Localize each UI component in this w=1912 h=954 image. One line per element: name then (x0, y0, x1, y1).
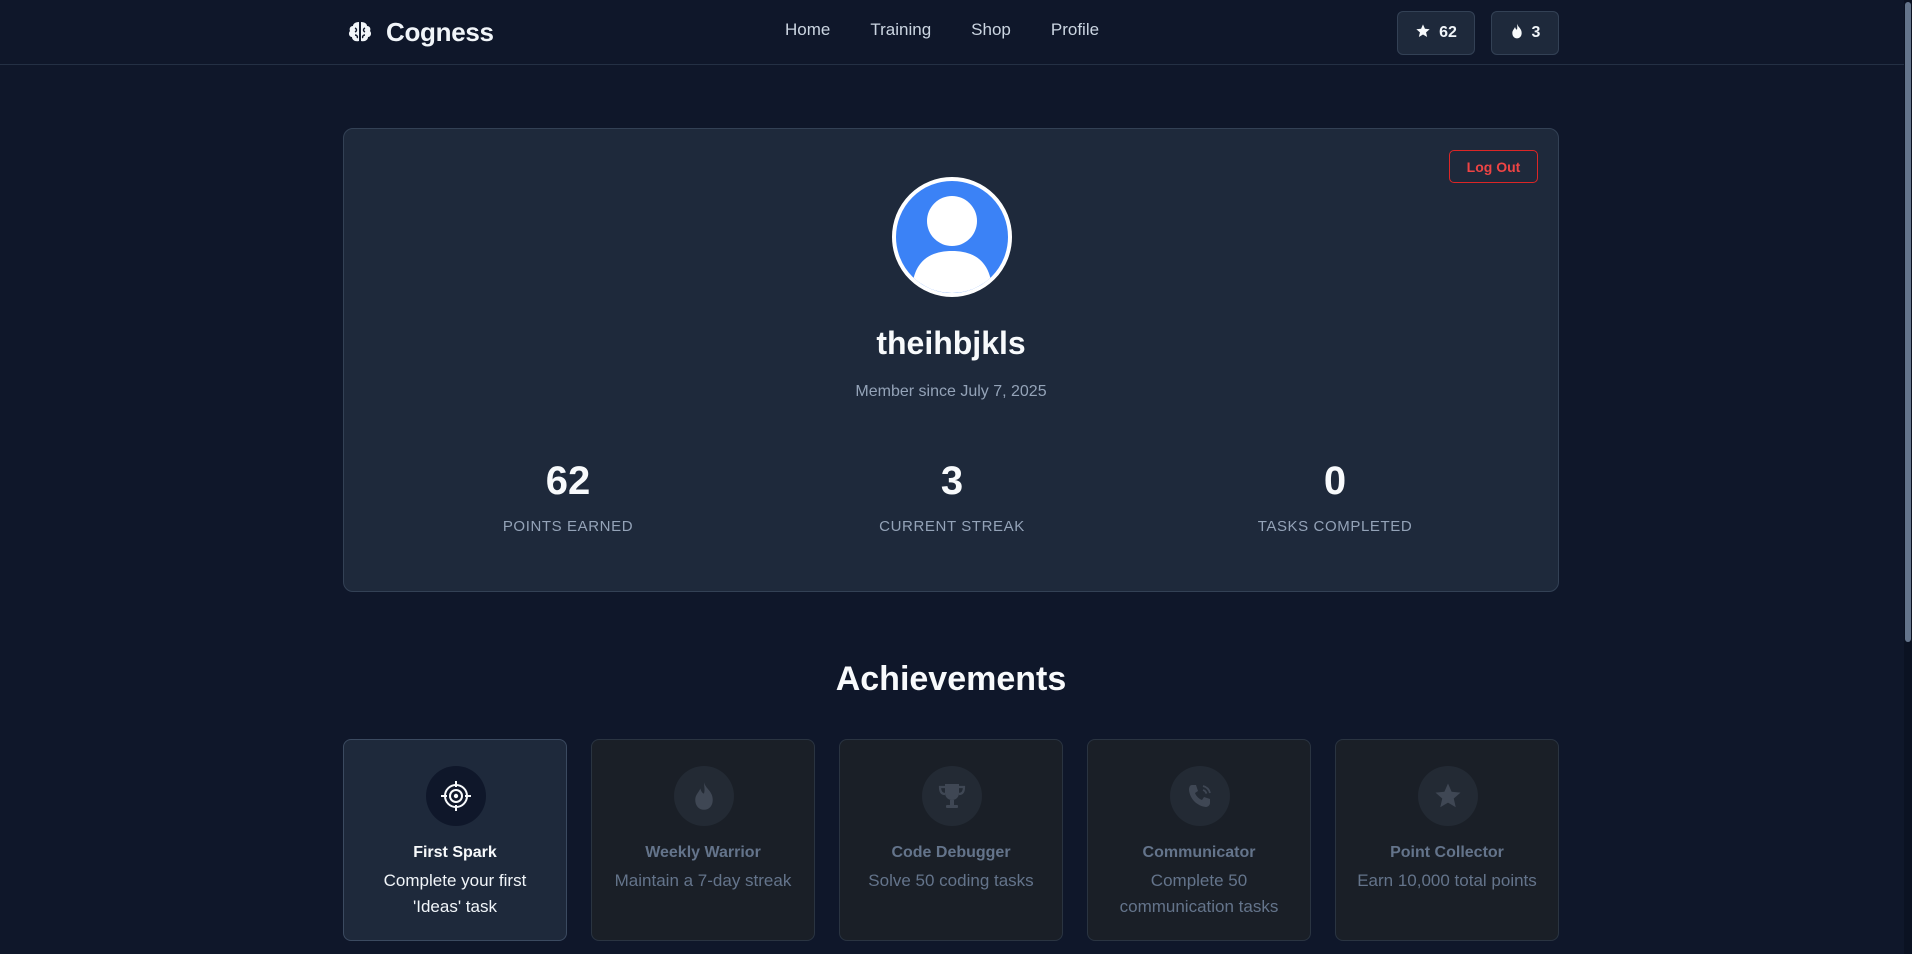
achievement-name: Code Debugger (891, 844, 1011, 861)
phone-icon (1170, 766, 1230, 826)
achievement-card-communicator[interactable]: Communicator Complete 50 communication t… (1087, 739, 1311, 941)
brain-icon (346, 18, 374, 46)
achievement-card-point-collector[interactable]: Point Collector Earn 10,000 total points (1335, 739, 1559, 941)
achievement-card-code-debugger[interactable]: Code Debugger Solve 50 coding tasks (839, 739, 1063, 941)
achievement-name: Weekly Warrior (645, 844, 761, 861)
achievement-name: Communicator (1142, 844, 1256, 861)
nav-profile[interactable]: Profile (1051, 20, 1099, 40)
scrollbar-thumb[interactable] (1905, 2, 1911, 642)
flame-icon (1510, 23, 1524, 44)
star-icon (1418, 766, 1478, 826)
stat-label: POINTS EARNED (502, 518, 634, 535)
stat-tasks-completed: 0 TASKS COMPLETED (1185, 459, 1485, 535)
target-icon (426, 766, 486, 826)
streak-badge-value: 3 (1531, 24, 1541, 41)
achievement-name: First Spark (413, 844, 497, 861)
points-badge-value: 62 (1439, 24, 1457, 41)
points-badge[interactable]: 62 (1397, 11, 1475, 55)
stat-points-earned: 62 POINTS EARNED (418, 459, 718, 535)
achievements-title: Achievements (835, 660, 1067, 698)
achievement-desc: Complete your first 'Ideas' task (383, 871, 527, 916)
achievement-card-first-spark[interactable]: First Spark Complete your first 'Ideas' … (343, 739, 567, 941)
member-since: Member since July 7, 2025 (855, 383, 1047, 400)
stat-value: 0 (1323, 459, 1347, 503)
avatar (892, 177, 1012, 297)
achievement-desc: Solve 50 coding tasks (868, 871, 1034, 890)
flame-icon (674, 766, 734, 826)
main-nav: Home Training Shop Profile (785, 20, 1099, 40)
brand-logo[interactable]: Cogness (346, 14, 494, 50)
stat-label: CURRENT STREAK (879, 518, 1025, 535)
trophy-icon (922, 766, 982, 826)
streak-badge[interactable]: 3 (1491, 11, 1559, 55)
achievement-desc: Earn 10,000 total points (1357, 871, 1537, 890)
username: theihbjkls (876, 325, 1026, 361)
achievement-desc: Maintain a 7-day streak (614, 871, 792, 890)
brand-name: Cogness (386, 16, 494, 47)
profile-card: Log Out theihbjkls Member since July 7, … (343, 128, 1559, 592)
logout-button[interactable]: Log Out (1449, 150, 1538, 183)
nav-shop[interactable]: Shop (971, 20, 1011, 40)
achievement-desc: Complete 50 communication tasks (1119, 871, 1279, 916)
achievement-card-weekly-warrior[interactable]: Weekly Warrior Maintain a 7-day streak (591, 739, 815, 941)
nav-training[interactable]: Training (870, 20, 931, 40)
user-icon (912, 196, 992, 293)
stat-value: 3 (940, 459, 964, 503)
stat-current-streak: 3 CURRENT STREAK (802, 459, 1102, 535)
stat-label: TASKS COMPLETED (1257, 518, 1413, 535)
achievement-name: Point Collector (1390, 844, 1504, 861)
top-navbar: Cogness Home Training Shop Profile 62 3 (0, 0, 1904, 65)
stat-value: 62 (545, 459, 591, 503)
star-icon (1415, 23, 1431, 44)
nav-home[interactable]: Home (785, 20, 830, 40)
page-scrollbar[interactable] (1904, 0, 1912, 954)
